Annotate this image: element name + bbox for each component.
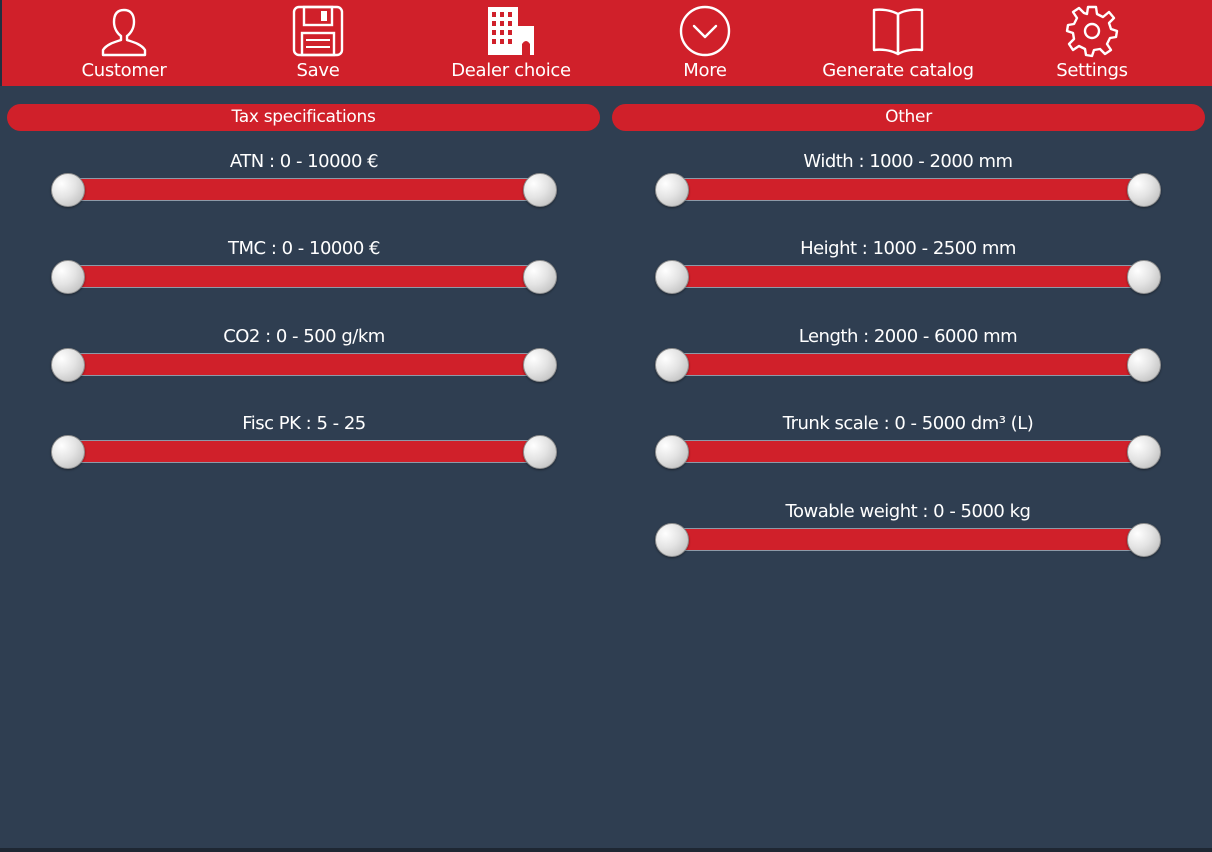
other-header: Other [612, 104, 1205, 131]
slider-label: TMC : 0 - 10000 € [228, 238, 380, 259]
slider-label: Length : 2000 - 6000 mm [798, 326, 1018, 347]
slider-max-handle[interactable] [523, 173, 557, 207]
slider-max-handle[interactable] [1127, 260, 1161, 294]
slider-max-handle[interactable] [1127, 348, 1161, 382]
more-button[interactable]: More [610, 0, 800, 86]
height-range-slider[interactable]: Height : 1000 - 2500 mm [655, 236, 1161, 296]
settings-button[interactable]: Settings [997, 0, 1187, 86]
slider-track[interactable] [671, 528, 1145, 551]
slider-min-handle[interactable] [51, 435, 85, 469]
slider-max-handle[interactable] [523, 435, 557, 469]
slider-min-handle[interactable] [655, 435, 689, 469]
co2-range-slider[interactable]: CO2 : 0 - 500 g/km [51, 324, 557, 384]
slider-track[interactable] [671, 178, 1145, 201]
tax-specifications-header: Tax specifications [7, 104, 600, 131]
bottom-border [0, 848, 1212, 852]
customer-button[interactable]: Customer [29, 0, 219, 86]
settings-label: Settings [1056, 60, 1128, 81]
trunk-scale-range-slider[interactable]: Trunk scale : 0 - 5000 dm³ (L) [655, 411, 1161, 471]
slider-max-handle[interactable] [1127, 523, 1161, 557]
slider-label: Width : 1000 - 2000 mm [803, 151, 1013, 172]
generate-catalog-button[interactable]: Generate catalog [803, 0, 993, 86]
slider-min-handle[interactable] [655, 173, 689, 207]
slider-min-handle[interactable] [51, 348, 85, 382]
slider-track[interactable] [671, 353, 1145, 376]
fisc-pk-range-slider[interactable]: Fisc PK : 5 - 25 [51, 411, 557, 471]
save-label: Save [296, 60, 340, 81]
slider-label: Trunk scale : 0 - 5000 dm³ (L) [782, 413, 1034, 434]
slider-min-handle[interactable] [655, 348, 689, 382]
customer-label: Customer [81, 60, 167, 81]
slider-max-handle[interactable] [1127, 435, 1161, 469]
tax-specifications-title: Tax specifications [231, 107, 376, 127]
slider-min-handle[interactable] [655, 260, 689, 294]
other-title: Other [885, 107, 932, 127]
chevron-down-circle-icon [678, 0, 732, 58]
slider-track[interactable] [67, 265, 541, 288]
building-icon [484, 0, 538, 58]
slider-min-handle[interactable] [655, 523, 689, 557]
floppy-disk-icon [291, 0, 345, 58]
save-button[interactable]: Save [223, 0, 413, 86]
dealer-choice-button[interactable]: Dealer choice [416, 0, 606, 86]
open-book-icon [871, 0, 925, 58]
slider-max-handle[interactable] [523, 348, 557, 382]
slider-track[interactable] [671, 440, 1145, 463]
slider-track[interactable] [67, 353, 541, 376]
user-icon [97, 0, 151, 58]
atn-range-slider[interactable]: ATN : 0 - 10000 € [51, 149, 557, 209]
slider-label: Towable weight : 0 - 5000 kg [785, 501, 1031, 522]
generate-catalog-label: Generate catalog [822, 60, 974, 81]
slider-label: ATN : 0 - 10000 € [229, 151, 379, 172]
slider-min-handle[interactable] [51, 173, 85, 207]
dealer-choice-label: Dealer choice [451, 60, 571, 81]
app-window: Customer Save Dealer choice More Generat… [0, 0, 1212, 852]
slider-max-handle[interactable] [523, 260, 557, 294]
slider-label: CO2 : 0 - 500 g/km [223, 326, 385, 347]
slider-track[interactable] [67, 178, 541, 201]
slider-max-handle[interactable] [1127, 173, 1161, 207]
towable-weight-range-slider[interactable]: Towable weight : 0 - 5000 kg [655, 499, 1161, 559]
more-label: More [683, 60, 727, 81]
slider-label: Height : 1000 - 2500 mm [800, 238, 1016, 259]
slider-min-handle[interactable] [51, 260, 85, 294]
toolbar: Customer Save Dealer choice More Generat… [0, 0, 1212, 86]
slider-label: Fisc PK : 5 - 25 [242, 413, 366, 434]
slider-track[interactable] [671, 265, 1145, 288]
tmc-range-slider[interactable]: TMC : 0 - 10000 € [51, 236, 557, 296]
length-range-slider[interactable]: Length : 2000 - 6000 mm [655, 324, 1161, 384]
width-range-slider[interactable]: Width : 1000 - 2000 mm [655, 149, 1161, 209]
slider-track[interactable] [67, 440, 541, 463]
gear-icon [1065, 0, 1119, 58]
